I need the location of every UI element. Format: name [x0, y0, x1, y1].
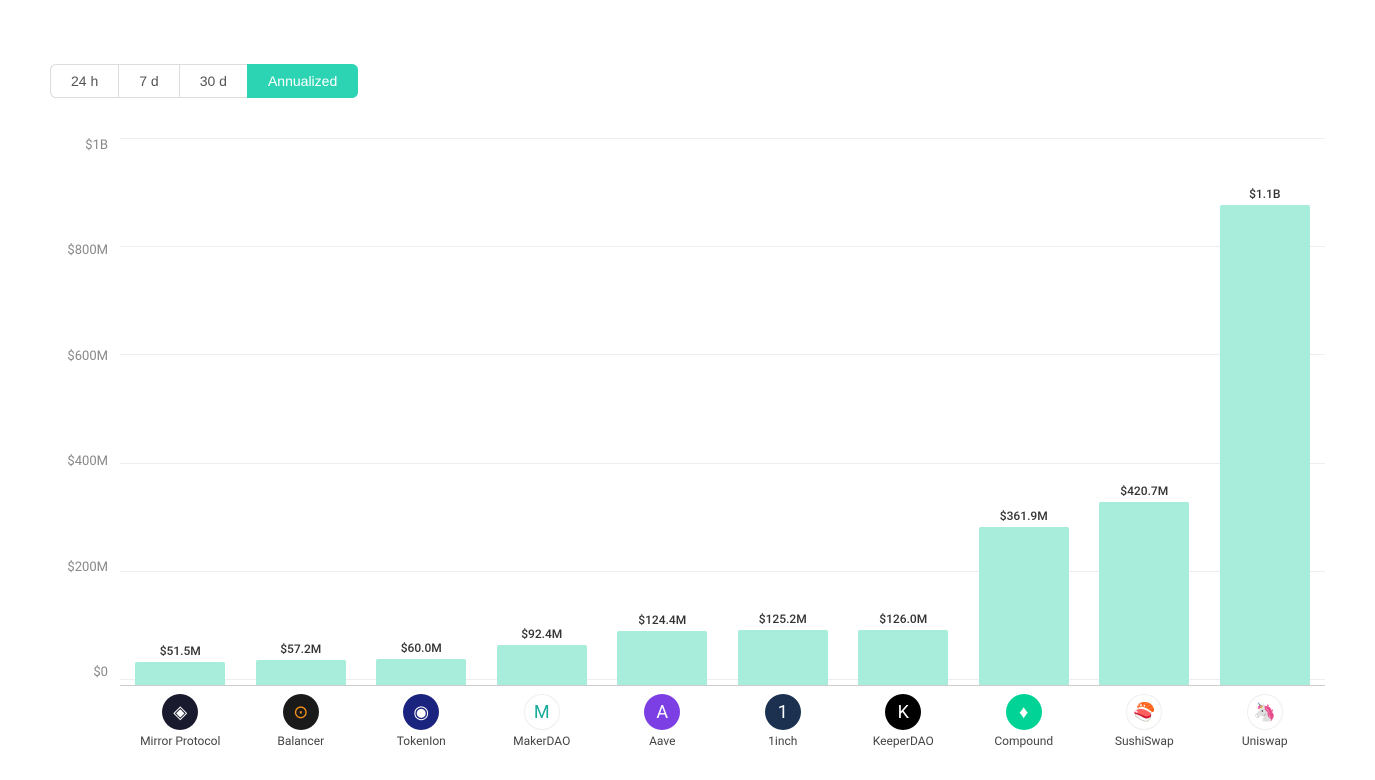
- bar-value-2: $60.0M: [401, 641, 442, 655]
- icon-1inch: 1: [765, 694, 801, 730]
- tab-bar: 24 h7 d30 dAnnualized: [50, 64, 1325, 98]
- x-label-text-7: Compound: [994, 734, 1053, 750]
- bar-rect-2: [376, 659, 466, 685]
- y-label-4: $200M: [67, 560, 108, 575]
- x-label-text-3: MakerDAO: [513, 734, 570, 750]
- tab-24-h[interactable]: 24 h: [50, 64, 118, 98]
- x-label-text-4: Aave: [649, 734, 675, 750]
- x-label-4: A Aave: [602, 686, 723, 750]
- bar-value-1: $57.2M: [280, 642, 321, 656]
- x-label-1: ⊙ Balancer: [241, 686, 362, 750]
- bar-group-4[interactable]: $124.4M: [602, 138, 723, 685]
- bar-group-9[interactable]: $1.1B: [1205, 138, 1326, 685]
- bar-group-2[interactable]: $60.0M: [361, 138, 482, 685]
- x-label-text-5: 1inch: [768, 734, 797, 750]
- x-label-7: ♦ Compound: [964, 686, 1085, 750]
- icon-sushiswap: 🍣: [1126, 694, 1162, 730]
- bar-rect-6: [858, 630, 948, 685]
- x-label-text-2: TokenIon: [397, 734, 446, 750]
- bar-group-1[interactable]: $57.2M: [241, 138, 362, 685]
- bar-group-0[interactable]: $51.5M: [120, 138, 241, 685]
- bar-group-8[interactable]: $420.7M: [1084, 138, 1205, 685]
- x-label-text-0: Mirror Protocol: [140, 734, 220, 750]
- x-label-6: K KeeperDAO: [843, 686, 964, 750]
- page-container: 24 h7 d30 dAnnualized $1B $800M $600M $400M…: [0, 0, 1375, 780]
- y-axis: $1B $800M $600M $400M $200M $0: [50, 128, 120, 760]
- bar-rect-3: [497, 645, 587, 685]
- bar-rect-5: [738, 630, 828, 685]
- bar-value-0: $51.5M: [160, 644, 201, 658]
- x-label-2: ◉ TokenIon: [361, 686, 482, 750]
- icon-compound: ♦: [1006, 694, 1042, 730]
- bar-rect-7: [979, 527, 1069, 685]
- x-label-8: 🍣 SushiSwap: [1084, 686, 1205, 750]
- bar-rect-8: [1099, 502, 1189, 685]
- bar-value-7: $361.9M: [1000, 509, 1048, 523]
- x-label-text-1: Balancer: [277, 734, 324, 750]
- bar-group-5[interactable]: $125.2M: [723, 138, 844, 685]
- icon-tokenlon: ◉: [403, 694, 439, 730]
- tab-annualized[interactable]: Annualized: [247, 64, 358, 98]
- bar-value-6: $126.0M: [879, 612, 927, 626]
- chart-area: $1B $800M $600M $400M $200M $0 $51.5M $57.2M $6…: [50, 128, 1325, 760]
- bar-value-4: $124.4M: [638, 613, 686, 627]
- bar-value-9: $1.1B: [1249, 187, 1280, 201]
- bar-group-6[interactable]: $126.0M: [843, 138, 964, 685]
- chart-body: $51.5M $57.2M $60.0M $92.4M $124.4M $125.2M $1…: [120, 128, 1325, 760]
- tab-7-d[interactable]: 7 d: [118, 64, 178, 98]
- bar-group-3[interactable]: $92.4M: [482, 138, 603, 685]
- y-label-0: $1B: [85, 138, 108, 153]
- bar-value-5: $125.2M: [759, 612, 807, 626]
- x-label-text-9: Uniswap: [1242, 734, 1288, 750]
- x-label-text-8: SushiSwap: [1115, 734, 1174, 750]
- y-label-5: $0: [93, 665, 108, 680]
- bar-value-8: $420.7M: [1120, 484, 1168, 498]
- y-label-2: $600M: [67, 349, 108, 364]
- icon-uniswap: 🦄: [1247, 694, 1283, 730]
- bar-rect-4: [617, 631, 707, 685]
- x-label-3: M MakerDAO: [482, 686, 603, 750]
- bar-rect-0: [135, 662, 225, 685]
- y-label-1: $800M: [67, 243, 108, 258]
- x-label-text-6: KeeperDAO: [873, 734, 934, 750]
- x-label-9: 🦄 Uniswap: [1205, 686, 1326, 750]
- bar-rect-9: [1220, 205, 1310, 685]
- icon-aave: A: [644, 694, 680, 730]
- icon-keeperdao: K: [885, 694, 921, 730]
- x-label-5: 1 1inch: [723, 686, 844, 750]
- bars-container: $51.5M $57.2M $60.0M $92.4M $124.4M $125.2M $1…: [120, 128, 1325, 685]
- x-label-0: ◈ Mirror Protocol: [120, 686, 241, 750]
- bar-value-3: $92.4M: [521, 627, 562, 641]
- y-label-3: $400M: [67, 454, 108, 469]
- bar-rect-1: [256, 660, 346, 685]
- icon-mirror: ◈: [162, 694, 198, 730]
- icon-balancer: ⊙: [283, 694, 319, 730]
- x-axis: ◈ Mirror Protocol ⊙ Balancer ◉ TokenIon M Maker…: [120, 686, 1325, 760]
- icon-makerdao: M: [524, 694, 560, 730]
- tab-30-d[interactable]: 30 d: [179, 64, 247, 98]
- bar-group-7[interactable]: $361.9M: [964, 138, 1085, 685]
